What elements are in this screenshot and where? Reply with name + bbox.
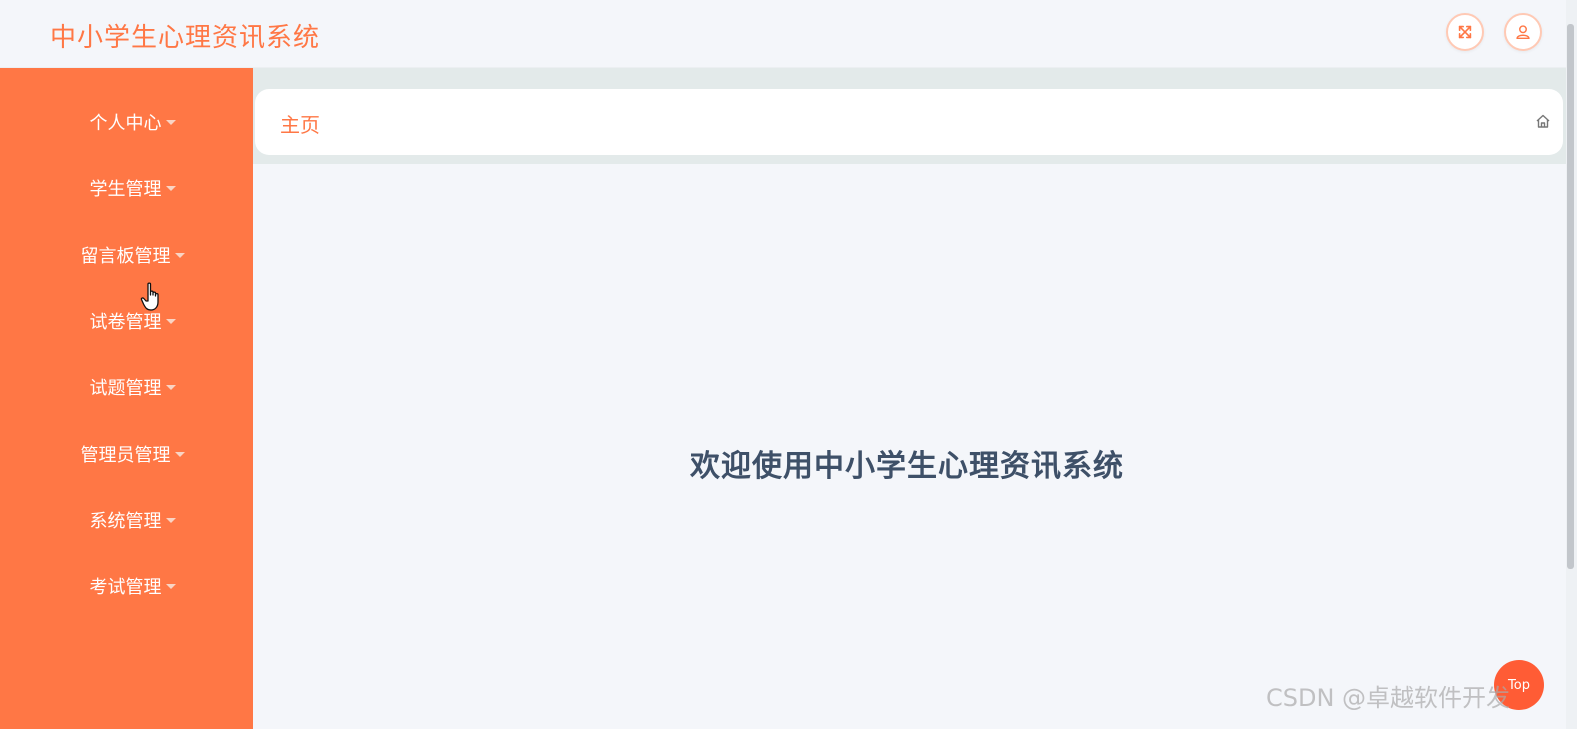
sidebar-item-student-management[interactable]: 学生管理 [0,168,253,208]
hand-cursor-icon [140,282,159,311]
user-button[interactable] [1504,13,1542,51]
sidebar-item-system-management[interactable]: 系统管理 [0,500,253,540]
page-scrollbar[interactable] [1566,0,1577,729]
watermark: CSDN @卓越软件开发 [1266,684,1511,712]
breadcrumb-home-link[interactable]: 主页 [280,109,320,138]
caret-down-icon [165,384,176,390]
user-icon [1516,25,1530,40]
sidebar-item-paper-management[interactable]: 试卷管理 [0,301,253,341]
caret-down-icon [174,252,185,258]
breadcrumb-strip: 主页 [253,68,1566,164]
sidebar-item-label: 留言板管理 [80,246,171,267]
fullscreen-button[interactable] [1446,13,1484,51]
sidebar-item-label: 学生管理 [89,179,162,200]
sidebar-item-question-management[interactable]: 试题管理 [0,367,253,407]
sidebar-item-label: 试题管理 [89,378,162,399]
caret-down-icon [165,119,176,125]
sidebar-item-label: 个人中心 [89,113,162,134]
home-icon[interactable] [1535,113,1551,129]
caret-down-icon [165,318,176,324]
sidebar-item-exam-management[interactable]: 考试管理 [0,566,253,606]
sidebar-item-admin-management[interactable]: 管理员管理 [0,434,253,474]
main-content: 主页 欢迎使用中小学生心理资讯系统 [253,68,1566,729]
caret-down-icon [165,583,176,589]
caret-down-icon [165,185,176,191]
fullscreen-icon [1458,25,1472,39]
sidebar: 个人中心 学生管理 留言板管理 试卷管理 试题管理 管理员管理 系统管理 考试管… [0,68,253,729]
sidebar-item-label: 系统管理 [89,511,162,532]
caret-down-icon [165,517,176,523]
sidebar-item-personal-center[interactable]: 个人中心 [0,102,253,142]
sidebar-item-message-board[interactable]: 留言板管理 [0,235,253,275]
breadcrumb: 主页 [255,89,1563,155]
caret-down-icon [174,451,185,457]
top-header: 中小学生心理资讯系统 [0,0,1566,68]
sidebar-item-label: 考试管理 [89,577,162,598]
scrollbar-thumb[interactable] [1567,24,1574,569]
welcome-heading: 欢迎使用中小学生心理资讯系统 [690,449,1124,484]
app-title: 中小学生心理资讯系统 [50,23,321,53]
sidebar-item-label: 管理员管理 [80,445,171,466]
